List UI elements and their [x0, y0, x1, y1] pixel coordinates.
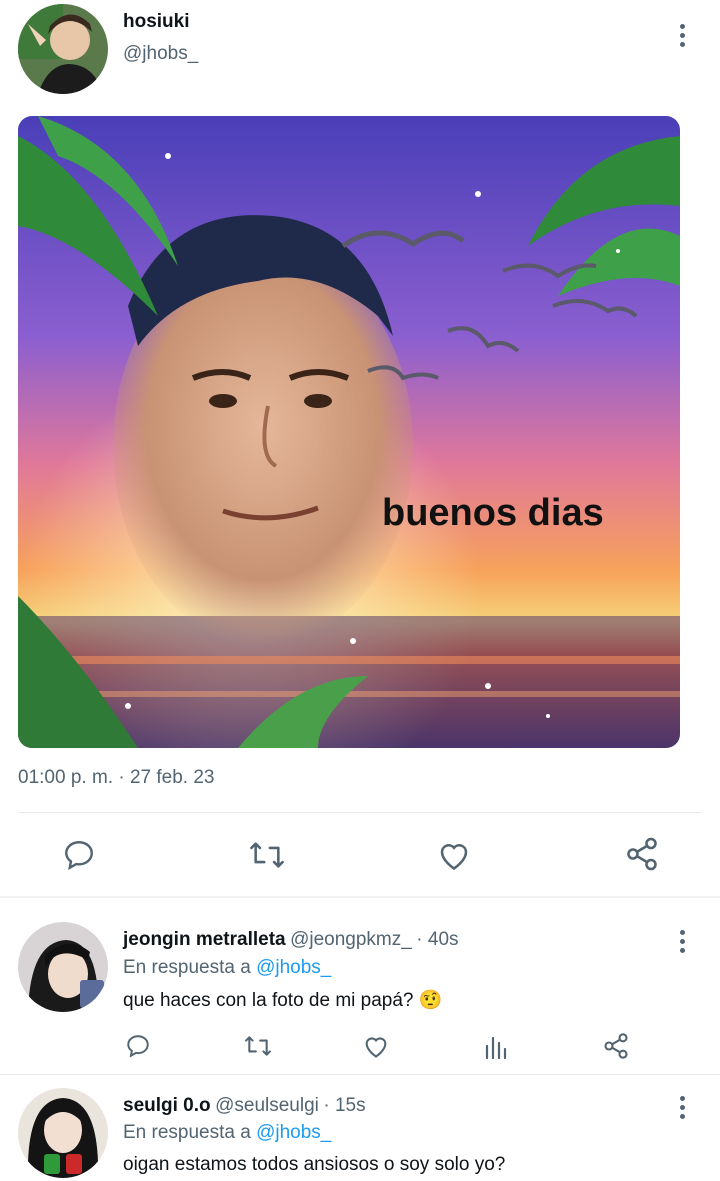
author-handle[interactable]: @jhobs_ [123, 43, 198, 65]
avatar-photo [18, 1088, 108, 1178]
reply-target-link[interactable]: @jhobs_ [256, 957, 331, 978]
reply-prefix: En respuesta a [123, 1122, 251, 1143]
reply-context: En respuesta a @jhobs_ [123, 1122, 331, 1144]
more-options-icon[interactable] [680, 1096, 686, 1123]
tweet-image[interactable]: buenos dias [18, 116, 680, 748]
divider [0, 1074, 720, 1075]
avatar-photo [18, 4, 108, 94]
reply-author-handle[interactable]: @seulseulgi [215, 1095, 319, 1116]
reply-author-handle[interactable]: @jeongpkmz_ [290, 929, 412, 950]
reply-context: En respuesta a @jhobs_ [123, 957, 331, 979]
reply-text: que haces con la foto de mi papá? 🤨 [123, 988, 442, 1012]
reply-icon[interactable] [62, 838, 96, 872]
like-icon[interactable] [436, 838, 472, 872]
reply-text: oigan estamos todos ansiosos o soy solo … [123, 1154, 506, 1175]
section-divider [0, 896, 720, 898]
raised-eyebrow-emoji-icon: 🤨 [418, 990, 443, 1011]
avatar-photo [18, 922, 108, 1012]
author-name[interactable]: hosiuki [123, 11, 190, 33]
analytics-icon[interactable] [484, 1033, 508, 1059]
divider [18, 812, 702, 813]
reply-body: que haces con la foto de mi papá? [123, 990, 414, 1011]
share-icon[interactable] [602, 1032, 630, 1060]
reply-author-name[interactable]: seulgi 0.o [123, 1095, 211, 1116]
more-options-icon[interactable] [680, 930, 686, 957]
reply-icon[interactable] [125, 1033, 151, 1059]
reply-target-link[interactable]: @jhobs_ [256, 1122, 331, 1143]
more-options-icon[interactable] [680, 24, 686, 51]
retweet-icon[interactable] [248, 838, 286, 872]
reply-time[interactable]: · 15s [323, 1095, 365, 1116]
sunset-photo [18, 116, 680, 748]
image-caption: buenos dias [382, 492, 604, 534]
reply-header: jeongin metralleta @jeongpkmz_ · 40s [123, 929, 459, 951]
retweet-icon[interactable] [243, 1033, 273, 1059]
reply-avatar[interactable] [18, 1088, 108, 1178]
reply-avatar[interactable] [18, 922, 108, 1012]
reply-author-name[interactable]: jeongin metralleta [123, 929, 286, 950]
reply-prefix: En respuesta a [123, 957, 251, 978]
like-icon[interactable] [362, 1033, 390, 1059]
reply-time[interactable]: · 40s [416, 929, 458, 950]
share-icon[interactable] [624, 836, 660, 872]
author-avatar[interactable] [18, 4, 108, 94]
reply-header: seulgi 0.o @seulseulgi · 15s [123, 1095, 366, 1117]
tweet-timestamp[interactable]: 01:00 p. m. · 27 feb. 23 [18, 767, 214, 789]
